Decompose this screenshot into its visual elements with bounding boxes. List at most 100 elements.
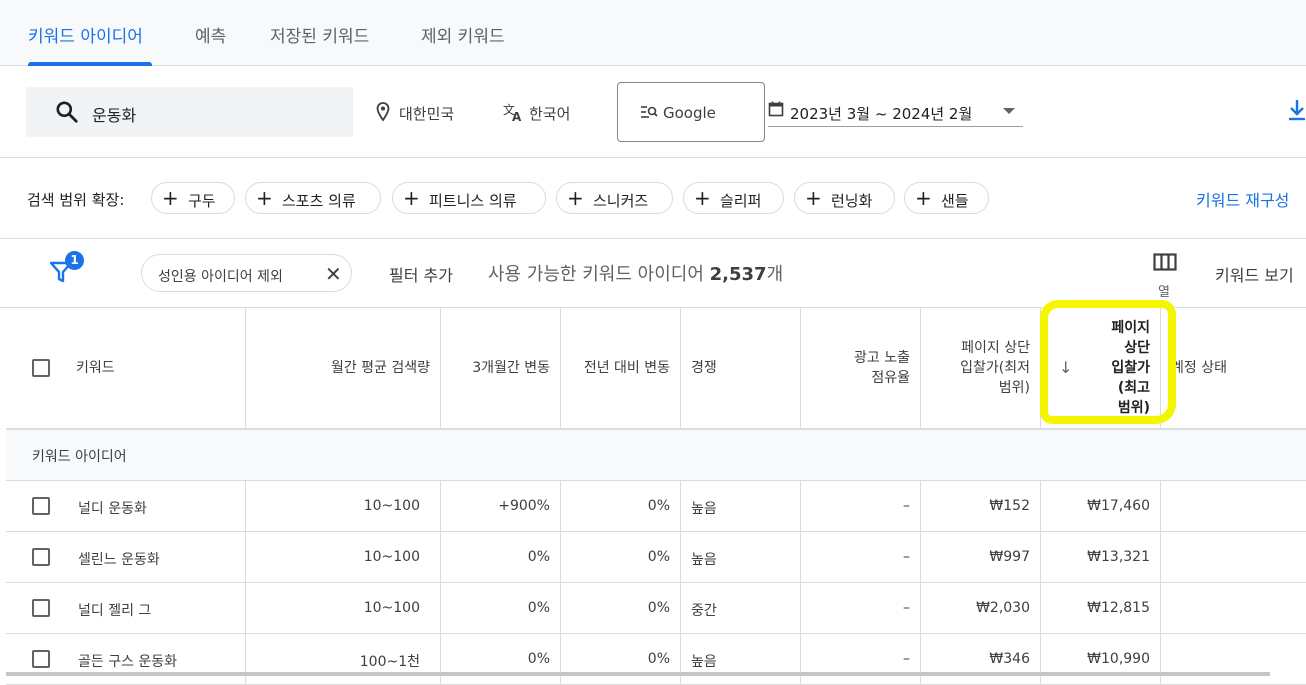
columns-icon[interactable] (1153, 253, 1177, 271)
add-filter-button[interactable]: 필터 추가 (389, 262, 453, 286)
network-selector[interactable]: Google (617, 82, 765, 142)
chip-broaden-6[interactable]: + 샌들 (904, 182, 989, 214)
translate-icon: 文 A (503, 102, 522, 122)
select-all-checkbox[interactable] (32, 359, 50, 377)
columns-label: 열 (1158, 285, 1170, 300)
chip-broaden-5[interactable]: + 런닝화 (794, 182, 895, 214)
close-icon[interactable]: ✕ (325, 262, 342, 286)
cell-keyword: 셀린느 운동화 (6, 532, 246, 582)
cell-low-bid: ₩997 (921, 532, 1041, 582)
header-competition-label: 경쟁 (691, 360, 717, 376)
header-account-status-label: 계정 상태 (1171, 360, 1227, 376)
horizontal-scrollbar[interactable] (6, 672, 1270, 676)
cell-volume: 100~1천 (246, 634, 441, 684)
table-row[interactable]: 널디 젤리 그 10~100 0% 0% 중간 – ₩2,030 ₩12,815 (6, 583, 1306, 634)
available-suffix: 개 (766, 264, 784, 285)
row-checkbox[interactable] (32, 650, 50, 668)
high-bid-value: ₩12,815 (1087, 600, 1150, 616)
header-keyword[interactable]: 키워드 (6, 308, 246, 428)
tab-negative-keywords[interactable]: 제외 키워드 (421, 22, 505, 47)
volume-value: 10~100 (363, 549, 420, 565)
header-account-status[interactable]: 계정 상태 (1161, 308, 1306, 428)
competition-value: 높음 (691, 654, 717, 670)
highlight-annotation (1040, 300, 1176, 424)
impression-value: – (903, 498, 910, 514)
yoy-value: 0% (647, 651, 670, 667)
tab-saved-keywords[interactable]: 저장된 키워드 (270, 22, 369, 47)
cell-impression: – (801, 532, 921, 582)
volume-value: 100~1천 (359, 654, 420, 670)
section-header-row: 키워드 아이디어 (6, 430, 1306, 481)
high-bid-value: ₩13,321 (1087, 549, 1150, 565)
header-competition[interactable]: 경쟁 (681, 308, 801, 428)
tab-keyword-ideas[interactable]: 키워드 아이디어 (28, 22, 143, 47)
cell-change3m: 0% (441, 634, 561, 684)
plus-icon: + (403, 186, 420, 210)
row-checkbox[interactable] (32, 599, 50, 617)
table-row[interactable]: 널디 운동화 10~100 +900% 0% 높음 – ₩152 ₩17,460 (6, 481, 1306, 532)
yoy-value: 0% (647, 549, 670, 565)
chip-broaden-0[interactable]: + 구두 (151, 182, 235, 214)
cell-keyword: 골든 구스 운동화 (6, 634, 246, 684)
chip-broaden-4[interactable]: + 슬리퍼 (683, 182, 784, 214)
chip-label: 구두 (188, 192, 216, 210)
header-monthly-volume[interactable]: 월간 평균 검색량 (246, 308, 441, 428)
filter-chip-label: 성인용 아이디어 제외 (158, 269, 283, 285)
impression-value: – (903, 600, 910, 616)
chevron-down-icon (1003, 108, 1015, 114)
header-keyword-label: 키워드 (76, 360, 115, 376)
available-prefix: 사용 가능한 키워드 아이디어 (488, 264, 704, 285)
header-impression-line2: 점유율 (871, 370, 910, 386)
refine-keywords-link[interactable]: 키워드 재구성 (1196, 187, 1289, 211)
active-tab-indicator (28, 62, 152, 66)
keyword-text: 골든 구스 운동화 (78, 654, 178, 670)
language-selector[interactable]: 文 A 한국어 (503, 102, 571, 124)
download-icon[interactable] (1288, 99, 1306, 121)
location-selector[interactable]: 대한민국 (374, 102, 455, 124)
plus-icon: + (567, 186, 584, 210)
header-low-bid-line2: 입찰가(최저 (960, 360, 1030, 376)
location-label: 대한민국 (399, 105, 455, 123)
header-3month-change[interactable]: 3개월간 변동 (441, 308, 561, 428)
cell-impression: – (801, 634, 921, 684)
search-input[interactable]: 운동화 (26, 87, 353, 137)
change3m-value: 0% (527, 600, 550, 616)
keyword-view-button[interactable]: 키워드 보기 (1215, 262, 1294, 286)
date-range-label: 2023년 3월 ~ 2024년 2월 (790, 105, 973, 123)
date-range-selector[interactable]: 2023년 3월 ~ 2024년 2월 (768, 95, 1023, 127)
language-label: 한국어 (529, 105, 571, 123)
low-bid-value: ₩997 (989, 549, 1030, 565)
chip-label: 샌들 (941, 192, 969, 210)
chip-label: 피트니스 의류 (429, 192, 517, 210)
cell-competition: 중간 (681, 583, 801, 633)
filter-chip-adult[interactable]: 성인용 아이디어 제외 ✕ (141, 254, 352, 292)
header-volume-label: 월간 평균 검색량 (330, 360, 430, 376)
table-row[interactable]: 골든 구스 운동화 100~1천 0% 0% 높음 – ₩346 ₩10,990 (6, 634, 1306, 685)
low-bid-value: ₩346 (989, 651, 1030, 667)
cell-yoy: 0% (561, 634, 681, 684)
available-count: 2,537 (709, 264, 767, 285)
row-checkbox[interactable] (32, 497, 50, 515)
change3m-value: 0% (527, 651, 550, 667)
header-impression-share[interactable]: 광고 노출 점유율 (801, 308, 921, 428)
available-keywords-text: 사용 가능한 키워드 아이디어 2,537개 (488, 260, 783, 286)
chip-broaden-2[interactable]: + 피트니스 의류 (392, 182, 546, 214)
row-checkbox[interactable] (32, 548, 50, 566)
table-row[interactable]: 셀린느 운동화 10~100 0% 0% 높음 – ₩997 ₩13,321 (6, 532, 1306, 583)
header-yoy-change[interactable]: 전년 대비 변동 (561, 308, 681, 428)
plus-icon: + (915, 186, 932, 210)
filter-count-badge: 1 (65, 251, 84, 270)
header-top-bid-low[interactable]: 페이지 상단입찰가(최저범위) (921, 308, 1041, 428)
header-change3m-label: 3개월간 변동 (472, 360, 550, 376)
filter-bar: 1 성인용 아이디어 제외 ✕ 필터 추가 사용 가능한 키워드 아이디어 2,… (0, 239, 1306, 308)
chip-label: 스포츠 의류 (282, 192, 356, 210)
cell-change3m: +900% (441, 481, 561, 531)
chip-broaden-3[interactable]: + 스니커즈 (556, 182, 673, 214)
header-low-bid-line3: 범위) (998, 380, 1030, 396)
header-low-bid-line1: 페이지 상단 (961, 340, 1030, 356)
chip-broaden-1[interactable]: + 스포츠 의류 (245, 182, 381, 214)
plus-icon: + (805, 186, 822, 210)
tab-bar: 키워드 아이디어 예측 저장된 키워드 제외 키워드 (0, 0, 1306, 66)
tab-forecast[interactable]: 예측 (195, 22, 226, 47)
low-bid-value: ₩2,030 (976, 600, 1030, 616)
